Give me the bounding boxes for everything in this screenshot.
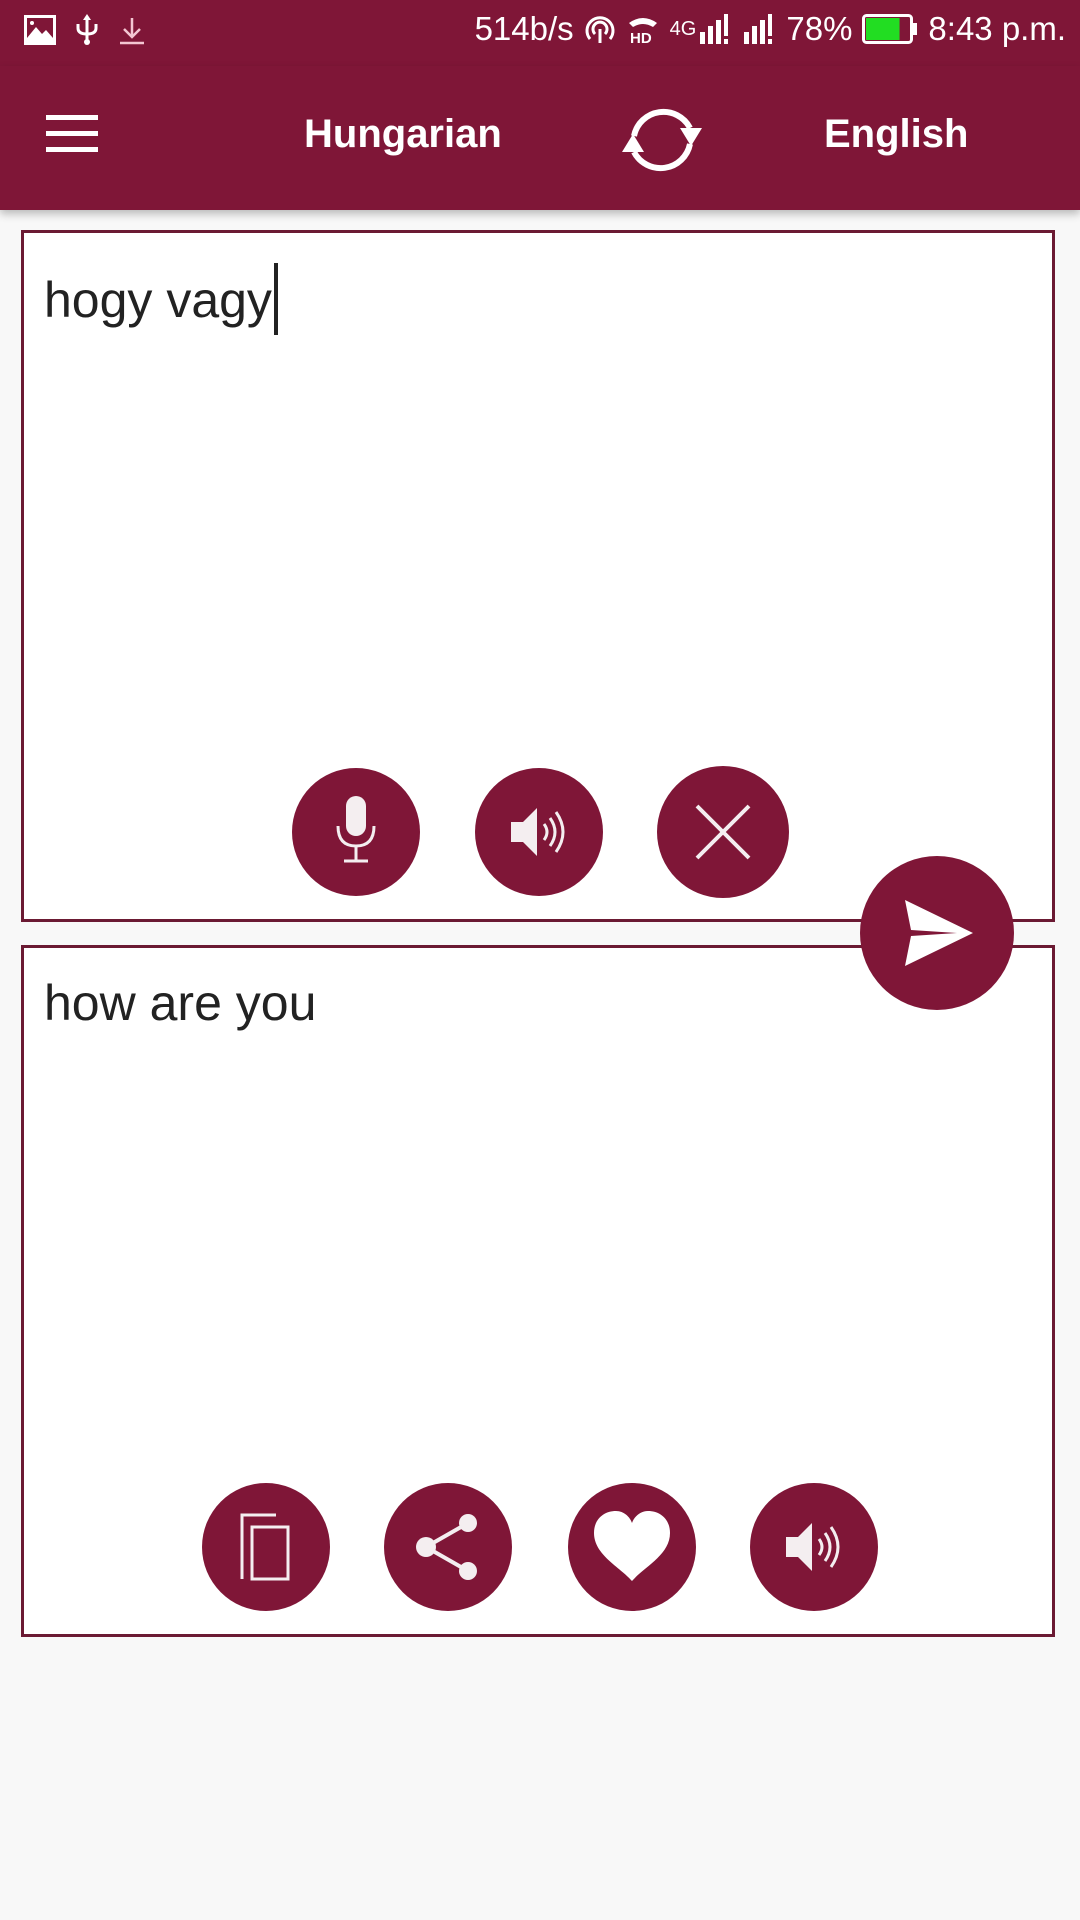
usb-icon [76,14,98,45]
hd-call-icon: HD [628,18,657,45]
menu-button[interactable] [46,115,98,155]
network-speed: 514b/s [474,10,574,47]
target-language-selector[interactable]: English [824,112,968,157]
swap-languages-icon [622,108,702,172]
network-type: 4G [669,17,697,40]
share-button[interactable] [384,1483,512,1611]
source-text: hogy vagy [44,272,272,328]
clear-button[interactable] [657,766,789,898]
battery-icon [862,14,918,44]
send-icon [905,900,973,966]
svg-text:HD: HD [630,30,652,45]
text-cursor [273,263,278,335]
input-panel: hogy vagy [21,230,1055,922]
clock: 8:43 p.m. [928,10,1066,47]
swap-languages-button[interactable] [612,94,712,184]
status-left-icons [24,14,146,46]
image-notification-icon [24,15,56,45]
hotspot-icon [585,16,615,43]
speaker-icon [511,808,565,856]
speaker-icon [786,1523,840,1571]
battery-percent: 78% [786,10,853,47]
hamburger-menu-icon [46,115,98,152]
heart-icon [594,1511,670,1581]
translated-text: how are you [44,975,317,1031]
copy-button[interactable] [202,1483,330,1611]
copy-icon [240,1513,290,1581]
speak-input-button[interactable] [475,768,603,896]
status-right: 514b/s HD 4G 78% 8:43 p.m. [475,10,1066,48]
translate-button[interactable] [860,856,1014,1010]
output-panel: how are you [21,945,1055,1637]
sim1-signal-icon [700,14,729,44]
source-language-selector[interactable]: Hungarian [304,112,502,157]
favorite-button[interactable] [568,1483,696,1611]
microphone-button[interactable] [292,768,420,896]
speak-output-button[interactable] [750,1483,878,1611]
download-icon [120,18,144,45]
share-icon [416,1514,477,1580]
source-text-input[interactable]: hogy vagy [44,263,278,335]
app-bar: Hungarian English [0,66,1080,210]
microphone-icon [336,796,376,863]
status-bar: 514b/s HD 4G 78% 8:43 p.m. [0,0,1080,66]
sim2-signal-icon [744,14,773,44]
close-icon [695,804,751,860]
